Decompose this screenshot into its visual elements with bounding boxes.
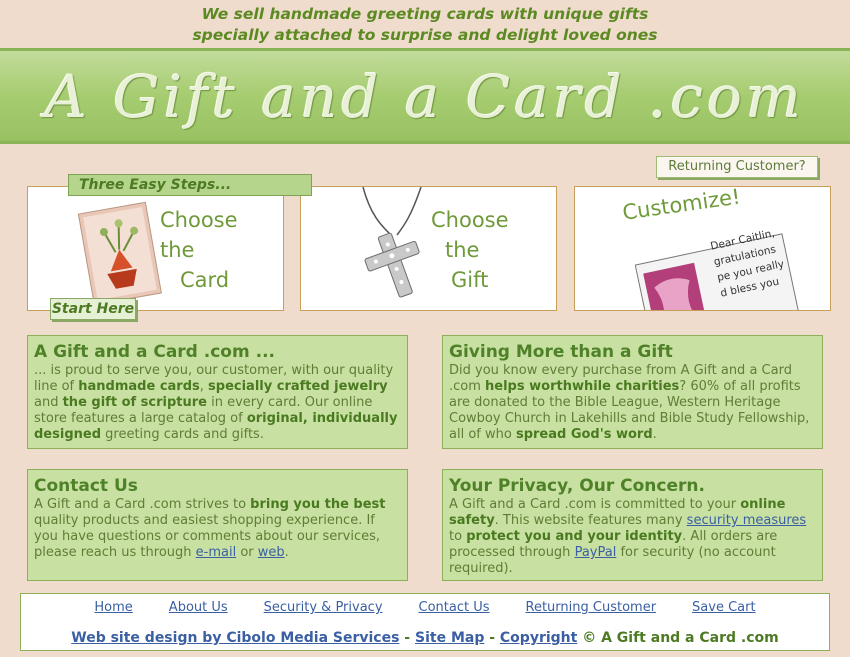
- footer-credits: Web site design by Cibolo Media Services…: [71, 630, 779, 646]
- footer-link-save-cart[interactable]: Save Cart: [692, 600, 756, 615]
- privacy-box: Your Privacy, Our Concern. A Gift and a …: [442, 469, 823, 581]
- design-credit-link[interactable]: Web site design by Cibolo Media Services: [71, 630, 399, 646]
- giving-title: Giving More than a Gift: [449, 342, 673, 362]
- step-choose-card[interactable]: Choose the Card: [27, 186, 284, 311]
- footer-link-contact[interactable]: Contact Us: [419, 600, 490, 615]
- security-measures-link[interactable]: security measures: [687, 513, 807, 528]
- contact-title: Contact Us: [34, 476, 138, 496]
- site-logo[interactable]: A Gift and a Card .com: [0, 63, 850, 131]
- privacy-text: A Gift and a Card .com is committed to y…: [449, 497, 807, 576]
- web-link[interactable]: web: [258, 545, 285, 560]
- copyright-link[interactable]: Copyright: [500, 630, 577, 646]
- site-banner: A Gift and a Card .com: [0, 48, 850, 144]
- step-customize[interactable]: Customize! Dear Caitlin, gratulations pe…: [574, 186, 831, 311]
- header-tagline: We sell handmade greeting cards with uni…: [0, 4, 850, 46]
- site-map-link[interactable]: Site Map: [415, 630, 484, 646]
- email-link[interactable]: e-mail: [196, 545, 237, 560]
- footer-nav: Home About Us Security & Privacy Contact…: [21, 600, 829, 615]
- footer-link-security[interactable]: Security & Privacy: [264, 600, 383, 615]
- contact-text: A Gift and a Card .com strives to bring …: [34, 497, 386, 560]
- footer-link-about[interactable]: About Us: [169, 600, 228, 615]
- returning-customer-button[interactable]: Returning Customer?: [656, 156, 818, 178]
- step2-label: Choose the Gift: [431, 208, 509, 292]
- about-text: ... is proud to serve you, our customer,…: [34, 363, 398, 442]
- paypal-link[interactable]: PayPal: [575, 545, 617, 560]
- tagline-line-1: We sell handmade greeting cards with uni…: [201, 5, 649, 23]
- contact-box: Contact Us A Gift and a Card .com strive…: [27, 469, 408, 581]
- privacy-title: Your Privacy, Our Concern.: [449, 476, 705, 496]
- three-easy-steps-heading: Three Easy Steps...: [68, 174, 312, 196]
- footer-link-returning[interactable]: Returning Customer: [526, 600, 657, 615]
- footer-link-home[interactable]: Home: [94, 600, 132, 615]
- giving-text: Did you know every purchase from A Gift …: [449, 363, 810, 442]
- about-box: A Gift and a Card .com ... ... is proud …: [27, 335, 408, 449]
- step-choose-gift[interactable]: Choose the Gift: [300, 186, 557, 311]
- about-title: A Gift and a Card .com ...: [34, 342, 275, 362]
- start-here-button[interactable]: Start Here: [50, 298, 136, 320]
- giving-box: Giving More than a Gift Did you know eve…: [442, 335, 823, 449]
- step3-label: Customize!: [621, 186, 742, 225]
- site-footer: Home About Us Security & Privacy Contact…: [20, 593, 830, 651]
- step1-label: Choose the Card: [160, 208, 238, 292]
- tagline-line-2: specially attached to surprise and delig…: [192, 26, 658, 44]
